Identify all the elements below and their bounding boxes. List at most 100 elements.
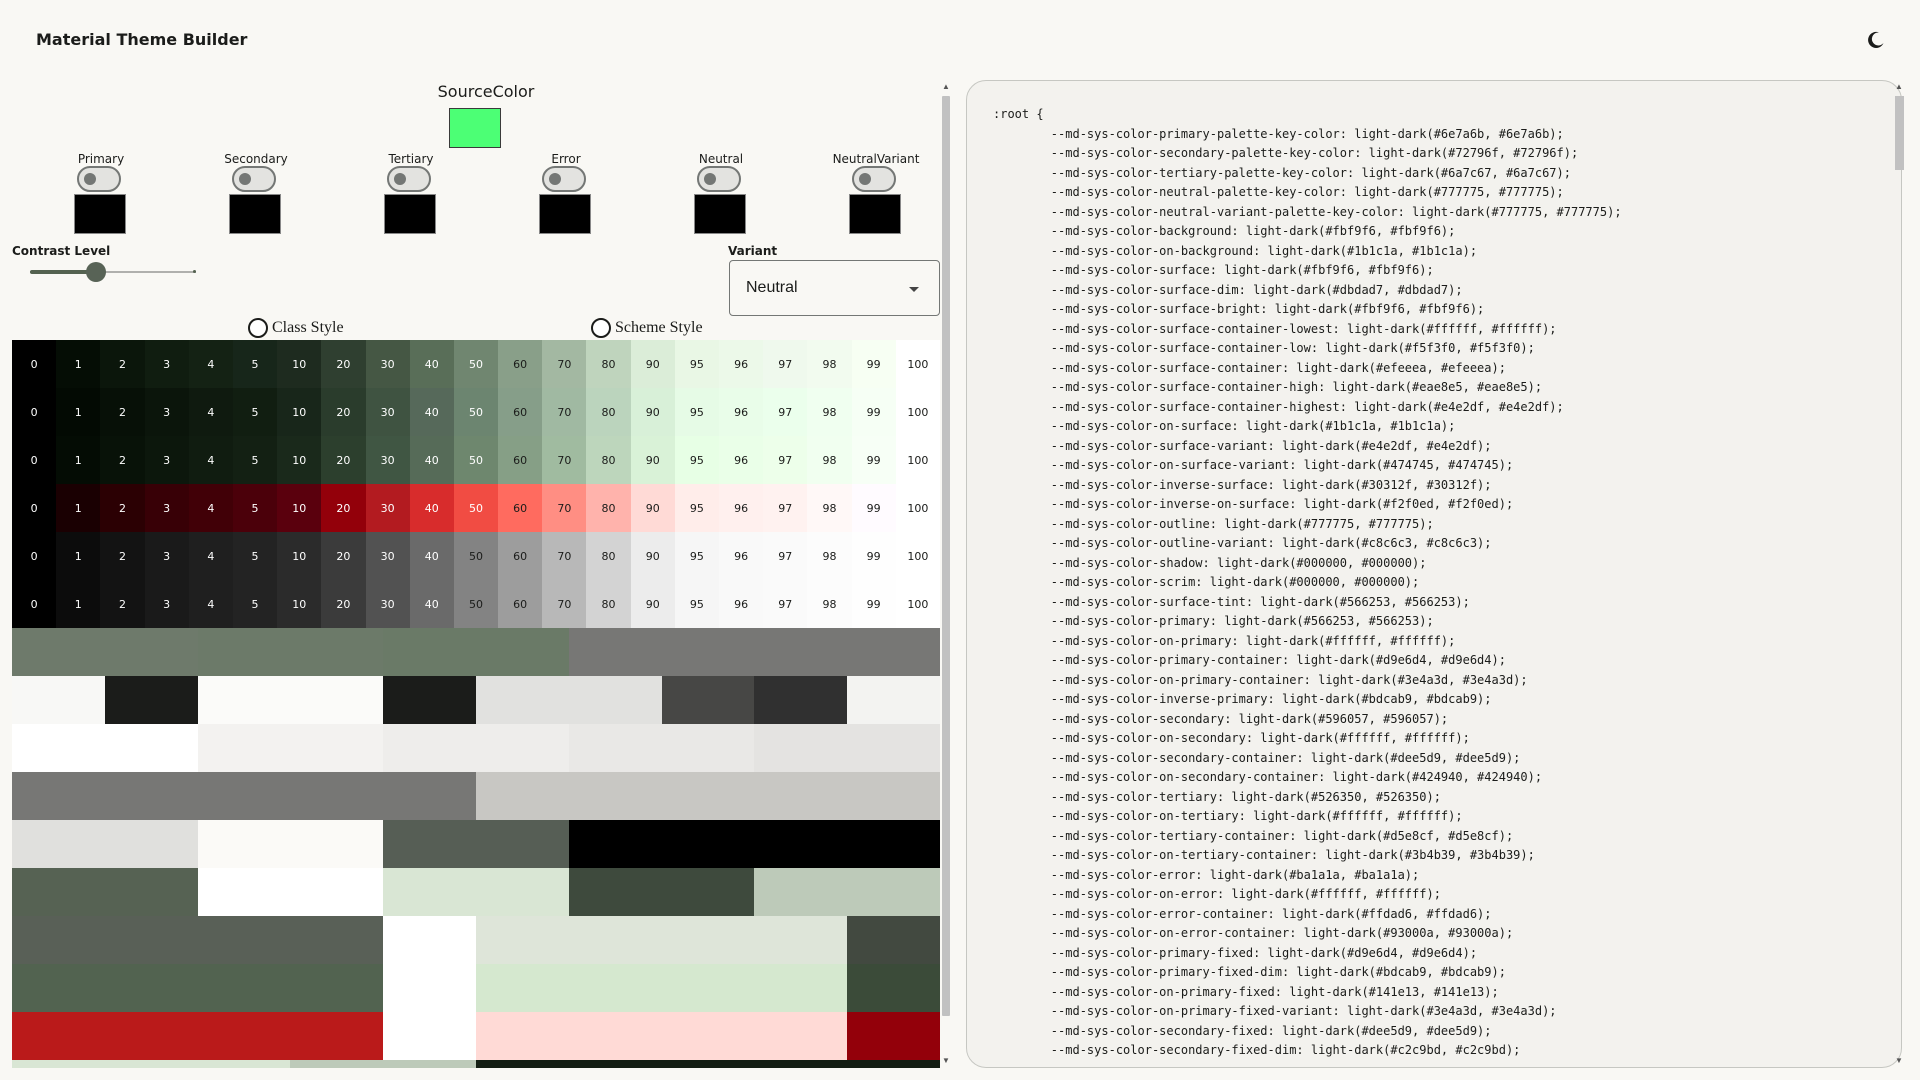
- tone-cell[interactable]: 20: [321, 436, 366, 484]
- left-scrollbar[interactable]: ▲ ▼: [940, 82, 952, 1068]
- tone-cell[interactable]: 70: [542, 484, 587, 532]
- tone-cell[interactable]: 2: [100, 580, 145, 628]
- tone-cell[interactable]: 2: [100, 436, 145, 484]
- color-swatch[interactable]: [694, 194, 746, 234]
- scheme-color-block[interactable]: [12, 724, 198, 772]
- code-scrollbar[interactable]: ▲ ▼: [1892, 82, 1906, 1068]
- scheme-color-block[interactable]: [197, 628, 384, 676]
- tone-cell[interactable]: 20: [321, 484, 366, 532]
- tone-cell[interactable]: 4: [188, 340, 233, 388]
- scroll-up-icon[interactable]: ▲: [941, 82, 951, 92]
- scheme-color-block[interactable]: [383, 628, 569, 676]
- tone-cell[interactable]: 60: [498, 580, 543, 628]
- color-swatch[interactable]: [539, 194, 591, 234]
- tone-cell[interactable]: 98: [807, 532, 852, 580]
- tone-cell[interactable]: 5: [232, 484, 278, 532]
- tone-cell[interactable]: 97: [763, 388, 808, 436]
- scheme-color-block[interactable]: [475, 1012, 848, 1060]
- tone-cell[interactable]: 5: [232, 532, 278, 580]
- scheme-color-block[interactable]: [12, 964, 384, 1012]
- tone-cell[interactable]: 0: [12, 436, 57, 484]
- tone-cell[interactable]: 96: [719, 484, 764, 532]
- tone-cell[interactable]: 50: [453, 580, 499, 628]
- scrollbar-thumb[interactable]: [942, 96, 950, 1016]
- scheme-color-block[interactable]: [383, 820, 569, 868]
- tone-cell[interactable]: 50: [453, 388, 499, 436]
- tone-cell[interactable]: 3: [144, 580, 189, 628]
- scheme-color-block[interactable]: [290, 1060, 476, 1068]
- tone-cell[interactable]: 1: [56, 340, 101, 388]
- tone-cell[interactable]: 90: [630, 580, 675, 628]
- scheme-color-block[interactable]: [475, 964, 848, 1012]
- tone-cell[interactable]: 10: [277, 436, 322, 484]
- tone-cell[interactable]: 100: [895, 580, 940, 628]
- scheme-color-block[interactable]: [197, 724, 384, 772]
- tone-cell[interactable]: 20: [321, 580, 366, 628]
- tone-cell[interactable]: 0: [12, 580, 57, 628]
- tone-cell[interactable]: 80: [586, 484, 631, 532]
- tone-cell[interactable]: 20: [321, 532, 366, 580]
- tone-cell[interactable]: 80: [586, 388, 631, 436]
- tone-cell[interactable]: 0: [12, 388, 57, 436]
- tone-cell[interactable]: 50: [453, 436, 499, 484]
- tone-cell[interactable]: 1: [56, 484, 101, 532]
- override-toggle-switch[interactable]: [387, 166, 431, 192]
- tone-cell[interactable]: 60: [498, 484, 543, 532]
- scheme-color-block[interactable]: [568, 724, 755, 772]
- tone-cell[interactable]: 1: [56, 436, 101, 484]
- scheme-color-block[interactable]: [12, 1060, 291, 1068]
- tone-cell[interactable]: 90: [630, 436, 675, 484]
- scheme-color-block[interactable]: [568, 868, 755, 916]
- tone-cell[interactable]: 40: [409, 388, 454, 436]
- tone-cell[interactable]: 5: [232, 340, 278, 388]
- color-swatch[interactable]: [384, 194, 436, 234]
- class-style-option[interactable]: Class Style: [248, 318, 344, 338]
- tone-cell[interactable]: 100: [895, 532, 940, 580]
- tone-cell[interactable]: 90: [630, 532, 675, 580]
- tone-cell[interactable]: 10: [277, 484, 322, 532]
- tone-cell[interactable]: 60: [498, 340, 543, 388]
- tone-cell[interactable]: 80: [586, 580, 631, 628]
- tone-cell[interactable]: 95: [674, 532, 719, 580]
- dark-mode-toggle[interactable]: [1864, 28, 1888, 52]
- tone-cell[interactable]: 40: [409, 340, 454, 388]
- tone-cell[interactable]: 80: [586, 532, 631, 580]
- tone-cell[interactable]: 95: [674, 340, 719, 388]
- tone-cell[interactable]: 10: [277, 388, 322, 436]
- scheme-color-block[interactable]: [12, 820, 198, 868]
- tone-cell[interactable]: 70: [542, 532, 587, 580]
- color-swatch[interactable]: [849, 194, 901, 234]
- tone-cell[interactable]: 3: [144, 388, 189, 436]
- tone-cell[interactable]: 98: [807, 388, 852, 436]
- scheme-color-block[interactable]: [104, 676, 198, 724]
- scheme-color-block[interactable]: [12, 676, 105, 724]
- tone-cell[interactable]: 0: [12, 484, 57, 532]
- tone-cell[interactable]: 100: [895, 340, 940, 388]
- tone-cell[interactable]: 97: [763, 580, 808, 628]
- tone-cell[interactable]: 98: [807, 340, 852, 388]
- tone-cell[interactable]: 60: [498, 532, 543, 580]
- scheme-style-option[interactable]: Scheme Style: [591, 318, 703, 338]
- override-toggle-switch[interactable]: [77, 166, 121, 192]
- tone-cell[interactable]: 60: [498, 388, 543, 436]
- tone-cell[interactable]: 5: [232, 436, 278, 484]
- scheme-color-block[interactable]: [754, 676, 848, 724]
- scrollbar-thumb[interactable]: [1895, 96, 1904, 170]
- tone-cell[interactable]: 40: [409, 532, 454, 580]
- tone-cell[interactable]: 2: [100, 340, 145, 388]
- tone-cell[interactable]: 96: [719, 388, 764, 436]
- tone-cell[interactable]: 30: [365, 484, 410, 532]
- tone-cell[interactable]: 1: [56, 580, 101, 628]
- tone-cell[interactable]: 95: [674, 484, 719, 532]
- tone-cell[interactable]: 1: [56, 532, 101, 580]
- tone-cell[interactable]: 80: [586, 340, 631, 388]
- tone-cell[interactable]: 30: [365, 580, 410, 628]
- tone-cell[interactable]: 50: [453, 484, 499, 532]
- tone-cell[interactable]: 60: [498, 436, 543, 484]
- tone-cell[interactable]: 70: [542, 340, 587, 388]
- tone-cell[interactable]: 5: [232, 580, 278, 628]
- slider-thumb[interactable]: [86, 262, 106, 282]
- scheme-color-block[interactable]: [12, 868, 198, 916]
- tone-cell[interactable]: 97: [763, 532, 808, 580]
- tone-cell[interactable]: 99: [851, 532, 896, 580]
